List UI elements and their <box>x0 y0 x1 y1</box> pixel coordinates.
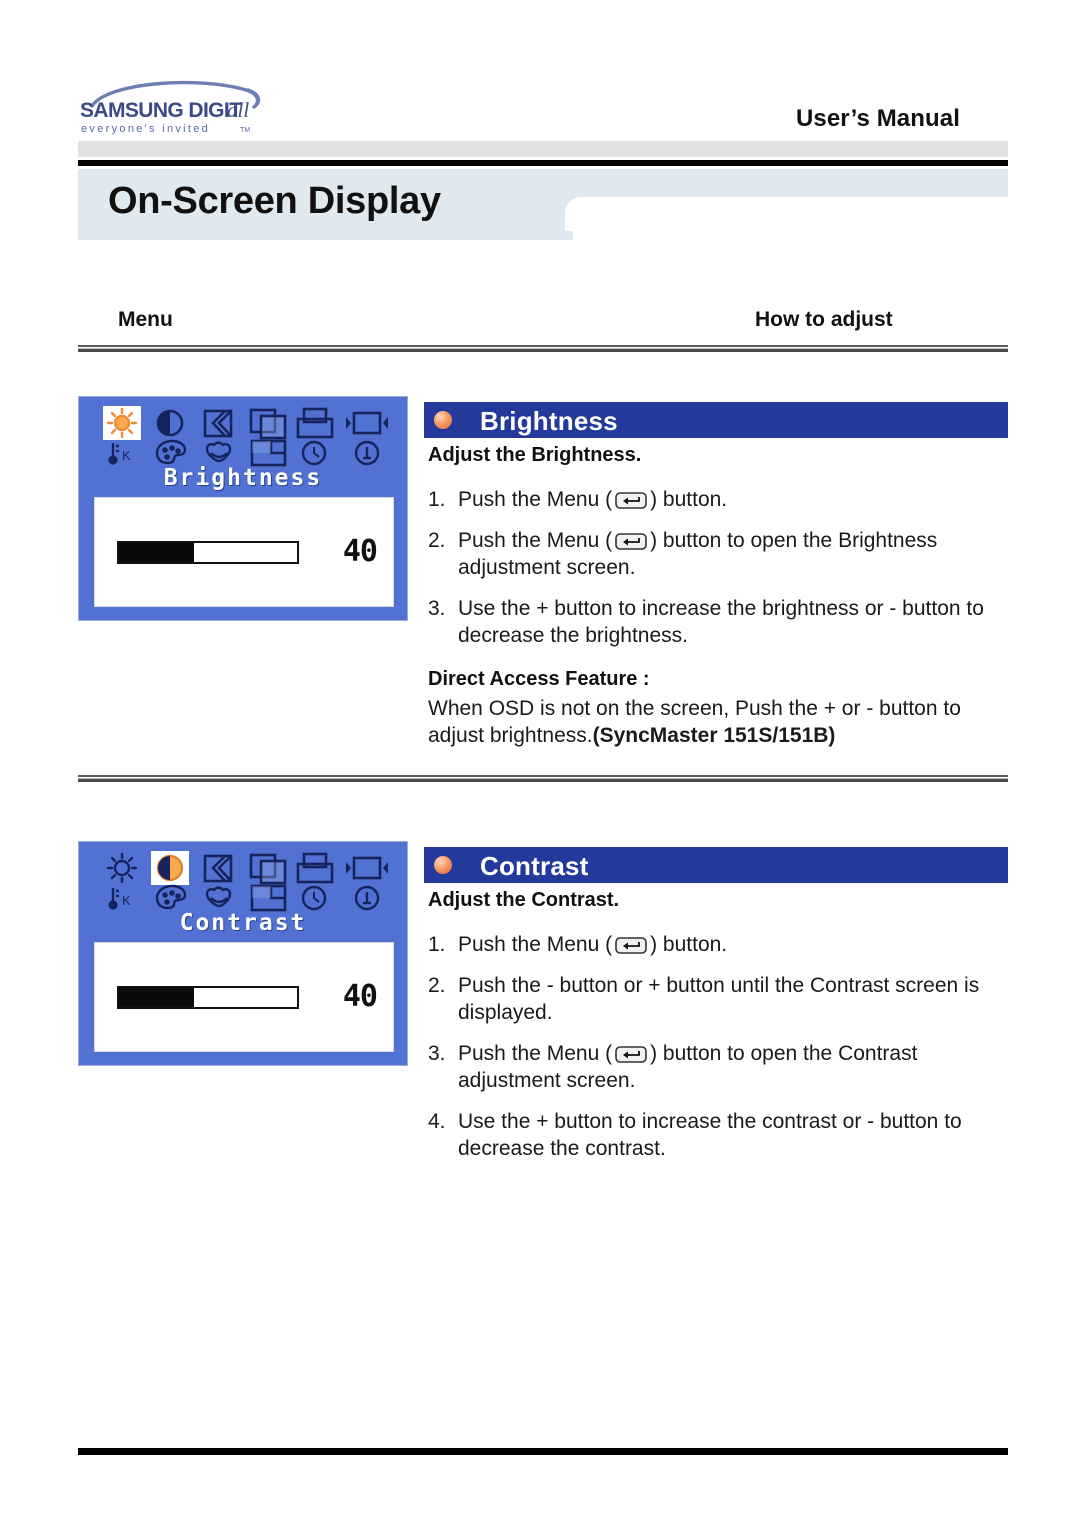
step-text: Push the Menu () button. <box>458 933 728 956</box>
osd-preview-contrast: K Contrast 40 <box>78 841 408 1066</box>
menu-enter-key-icon <box>614 532 648 551</box>
step-item: 1. Push the Menu () button. <box>428 932 1014 958</box>
osd-slider-contrast[interactable] <box>117 986 299 1009</box>
users-manual-label: User’s Manual <box>795 105 960 132</box>
color-tone-icon <box>205 886 232 908</box>
samsung-digitall-logo: SAMSUNG DIGIT all everyone's invited TM <box>78 76 268 138</box>
page-title: On-Screen Display <box>108 180 441 222</box>
osd-slider-brightness[interactable] <box>117 541 299 564</box>
step-text: Push the Menu () button. <box>458 488 728 511</box>
step-number: 3. <box>428 1042 446 1066</box>
position-v-icon <box>296 852 334 884</box>
osd-value-brightness: 40 <box>342 534 378 569</box>
column-header-divider <box>78 345 1008 352</box>
column-header-how-to-adjust: How to adjust <box>755 308 893 331</box>
steps-brightness: 1. Push the Menu () button. 2. Push the … <box>428 487 1014 664</box>
subhead-brightness: Adjust the Brightness. <box>428 444 642 466</box>
step-number: 1. <box>428 488 446 511</box>
position-v-icon <box>296 407 334 439</box>
section-divider <box>78 775 1008 782</box>
brightness-sun-icon <box>106 407 138 439</box>
step-text: Push the - button or + button until the … <box>458 974 980 1024</box>
svg-text:all: all <box>227 98 249 122</box>
color-tone-icon <box>205 441 232 463</box>
step-item: 2. Push the Menu () button to open the B… <box>428 528 1014 581</box>
osd-adjust-screen-contrast: 40 <box>94 942 394 1052</box>
subhead-contrast: Adjust the Contrast. <box>428 889 620 911</box>
osd-icon-grid-brightness: K <box>95 405 395 467</box>
osd-position-icon <box>250 439 287 467</box>
osd-preview-brightness: K Brightness 40 <box>78 396 408 621</box>
svg-text:everyone's invited: everyone's invited <box>81 123 210 135</box>
osd-title-brightness: Brightness <box>163 465 323 491</box>
contrast-halfmoon-icon <box>156 409 184 437</box>
bullet-sphere-icon <box>434 856 452 874</box>
step-number: 1. <box>428 933 446 956</box>
menu-enter-key-icon <box>614 491 648 510</box>
color-control-icon <box>155 884 187 910</box>
column-header-menu: Menu <box>118 308 173 331</box>
step-text: Use the + button to increase the contras… <box>458 1110 962 1160</box>
sharpness-icon <box>203 854 233 883</box>
step-item: 3. Use the + button to increase the brig… <box>428 596 1014 649</box>
information-icon <box>354 440 380 466</box>
step-number: 3. <box>428 597 446 621</box>
svg-text:TM: TM <box>240 127 250 134</box>
title-notch-rounded-corner <box>565 197 599 231</box>
svg-text:K: K <box>122 448 131 463</box>
menu-enter-key-icon <box>614 936 648 955</box>
osd-position-icon <box>250 884 287 912</box>
sharpness-icon <box>203 409 233 438</box>
section-title-contrast: Contrast <box>480 851 589 881</box>
page-bottom-rule <box>78 1448 1008 1455</box>
osd-slider-fill <box>119 988 194 1007</box>
menu-enter-key-icon <box>614 1045 648 1064</box>
color-temperature-icon: K <box>108 443 131 465</box>
information-icon <box>354 885 380 911</box>
color-control-icon <box>155 439 187 465</box>
step-text: Push the Menu () button to open the Brig… <box>458 529 938 579</box>
section-title-brightness: Brightness <box>480 406 618 436</box>
osd-icons-svg: K <box>106 851 388 912</box>
direct-access-model: (SyncMaster 151S/151B) <box>592 724 836 748</box>
osd-icons-svg: K <box>103 406 388 467</box>
step-number: 2. <box>428 974 446 998</box>
image-size-icon <box>346 856 388 880</box>
osd-slider-fill <box>119 543 194 562</box>
header-grey-band <box>78 141 1008 157</box>
step-item: 1. Push the Menu () button. <box>428 487 1014 513</box>
svg-text:K: K <box>122 893 131 908</box>
osd-title-contrast: Contrast <box>179 910 307 936</box>
osd-icon-grid-contrast: K <box>95 850 395 912</box>
step-item: 3. Push the Menu () button to open the C… <box>428 1041 1014 1094</box>
bullet-sphere-icon <box>434 411 452 429</box>
clock-phase-icon <box>301 440 327 466</box>
direct-access-body-brightness: When OSD is not on the screen, Push the … <box>428 695 1014 750</box>
logo-svg: SAMSUNG DIGIT all everyone's invited TM <box>80 80 261 135</box>
steps-contrast: 1. Push the Menu () button. 2. Push the … <box>428 932 1014 1177</box>
step-number: 2. <box>428 529 446 553</box>
color-temperature-icon: K <box>108 888 131 910</box>
osd-adjust-screen-brightness: 40 <box>94 497 394 607</box>
step-item: 4. Use the + button to increase the cont… <box>428 1109 1014 1162</box>
position-h-icon <box>249 853 287 885</box>
step-text: Use the + button to increase the brightn… <box>458 597 984 647</box>
osd-value-contrast: 40 <box>342 979 378 1014</box>
step-item: 2. Push the - button or + button until t… <box>428 973 1014 1026</box>
direct-access-label-brightness: Direct Access Feature : <box>428 668 650 690</box>
step-text: Push the Menu () button to open the Cont… <box>458 1042 918 1092</box>
section-header-brightness: Brightness <box>424 402 1008 438</box>
manual-page: SAMSUNG DIGIT all everyone's invited TM … <box>0 0 1080 1528</box>
image-size-icon <box>346 411 388 435</box>
contrast-halfmoon-icon <box>156 854 184 882</box>
section-header-contrast: Contrast <box>424 847 1008 883</box>
svg-text:SAMSUNG DIGIT: SAMSUNG DIGIT <box>80 99 242 122</box>
header-rule-accent <box>390 161 1008 165</box>
position-h-icon <box>249 408 287 440</box>
step-number: 4. <box>428 1110 446 1134</box>
clock-phase-icon <box>301 885 327 911</box>
brightness-sun-icon <box>106 852 138 884</box>
